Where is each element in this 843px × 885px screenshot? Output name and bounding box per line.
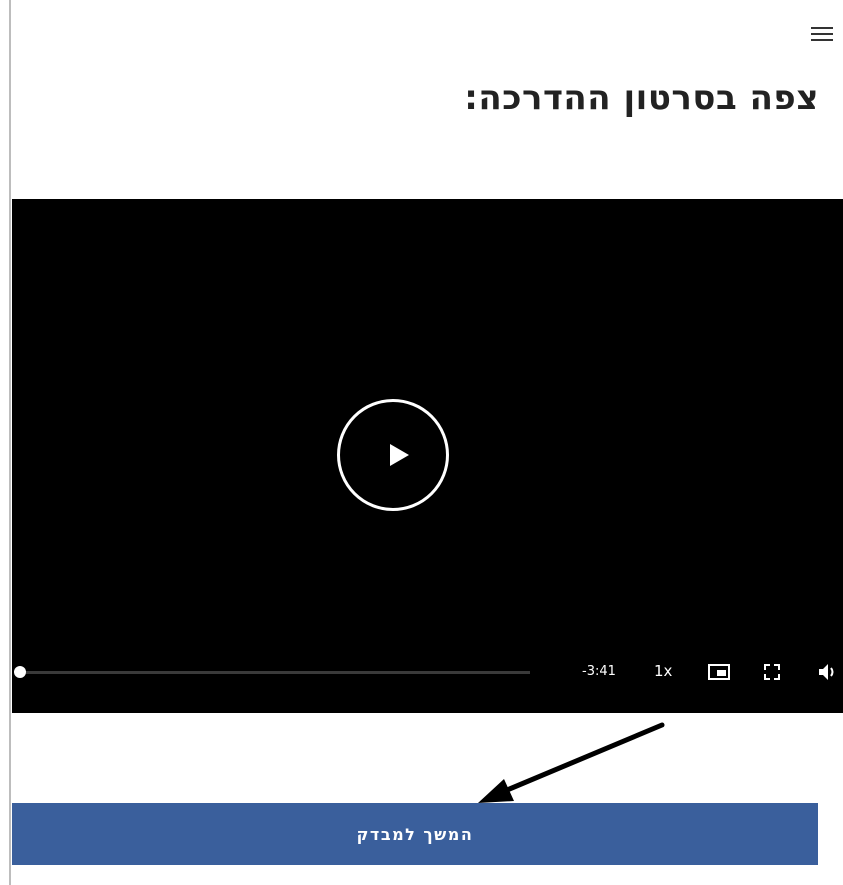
time-remaining: -3:41 (582, 664, 616, 679)
play-icon (390, 444, 409, 466)
progress-bar[interactable] (20, 671, 530, 674)
left-border (9, 0, 11, 885)
page: צפה בסרטון ההדרכה: -3:41 1x המשך למבדק (0, 0, 843, 885)
page-title: צפה בסרטון ההדרכה: (464, 78, 819, 118)
hamburger-icon[interactable] (811, 24, 833, 44)
arrow-icon (478, 722, 665, 803)
playback-speed-button[interactable]: 1x (654, 662, 672, 680)
progress-knob[interactable] (14, 666, 26, 678)
play-button[interactable] (337, 399, 449, 511)
continue-to-test-button[interactable]: המשך למבדק (12, 803, 818, 865)
picture-in-picture-icon[interactable] (708, 664, 730, 680)
video-player[interactable]: -3:41 1x (12, 199, 843, 713)
volume-icon[interactable] (818, 663, 838, 681)
fullscreen-icon[interactable] (764, 664, 780, 680)
